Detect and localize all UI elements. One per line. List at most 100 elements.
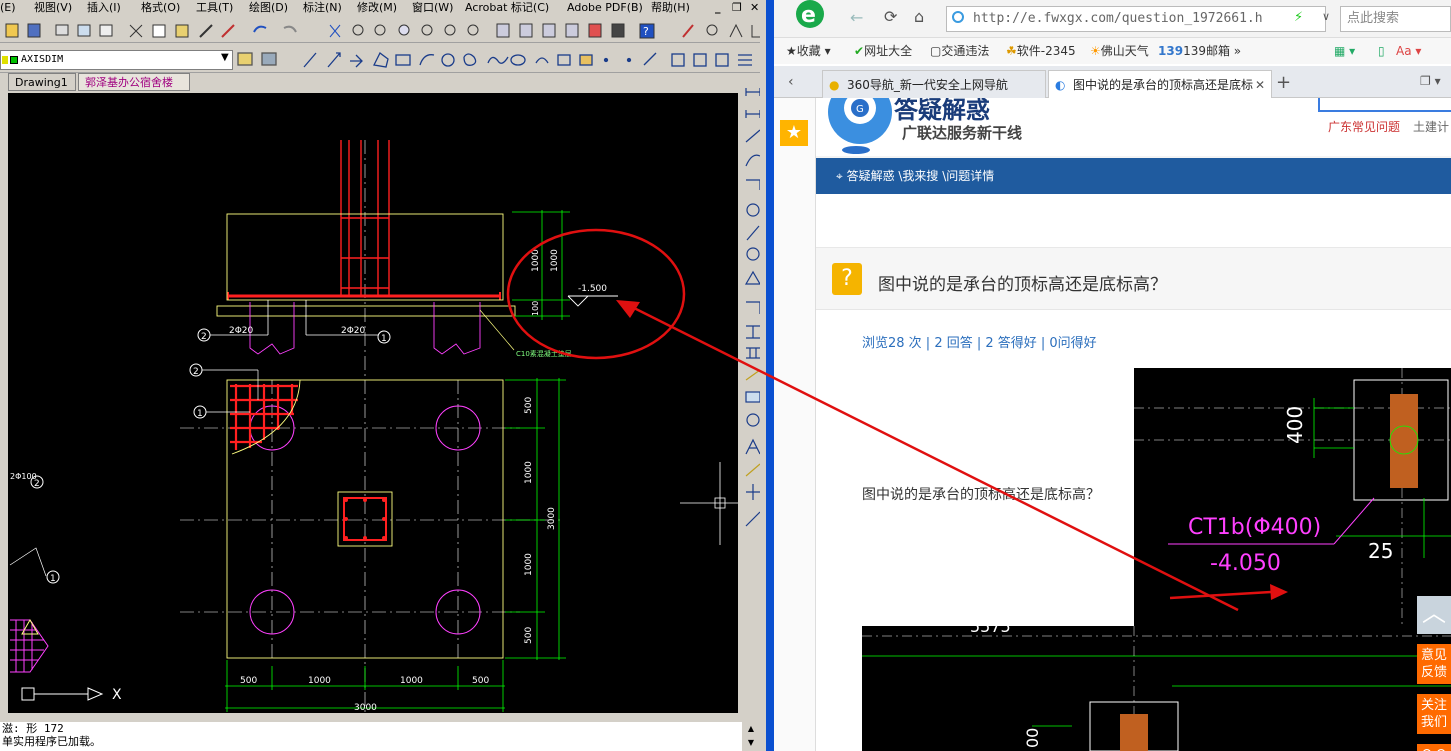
question-image-plan[interactable]: 400 CT1b(Φ400) -4.050 25 [1134,368,1451,626]
secure-icon [952,11,964,23]
menu-tools[interactable]: 工具(T) [196,0,233,16]
restore-icon[interactable]: ❐ [732,0,742,16]
follow-line-2: 我们 [1420,715,1447,730]
translate-icon[interactable]: Aa ▾ [1396,38,1421,64]
cad-window: (E) 视图(V) 插入(I) 格式(O) 工具(T) 绘图(D) 标注(N) … [0,0,766,751]
menu-format[interactable]: 格式(O) [141,0,180,16]
header-link-guangdong[interactable]: 广东常见问题 [1328,118,1400,135]
bookmark-weather-label: 佛山天气 [1100,44,1149,58]
tab-360-favicon: ● [829,78,840,92]
callout-1-plan-text: 1 [197,409,203,419]
bookmark-weather[interactable]: ☀佛山天气 [1090,38,1149,64]
chevron-down-icon[interactable]: ▼ [221,52,229,63]
scroll-down-icon[interactable]: ▼ [742,736,760,750]
header-link-civil[interactable]: 土建计 [1413,118,1449,135]
menu-window[interactable]: 窗口(W) [412,0,453,16]
dim-right-1000-b: 1000 [524,553,534,576]
cad-menubar: (E) 视图(V) 插入(I) 格式(O) 工具(T) 绘图(D) 标注(N) … [0,0,766,16]
dim-bottom-total: 3000 [354,703,377,713]
minimize-icon[interactable]: _ [715,0,721,16]
close-icon[interactable]: ✕ [750,0,759,16]
menu-insert[interactable]: 插入(I) [87,0,121,16]
new-tab-icon[interactable]: + [1276,72,1291,93]
dim-1000-a: 1000 [531,249,541,272]
command-scrollbar[interactable]: ▲ ▼ [742,722,760,751]
image-dim-400: 400 [1283,406,1307,444]
dim-bottom-1000-b: 1000 [400,676,423,686]
follow-button[interactable]: 关注 我们 [1417,694,1451,734]
tab-office-building[interactable]: 郭泽基办公宿舍楼 [78,73,190,91]
menu-edit[interactable]: (E) [0,0,16,16]
question-title: 图中说的是承台的顶标高还是底标高？ [878,275,1167,295]
tab-close-icon[interactable]: ✕ [1255,71,1265,98]
layer-select[interactable]: AXISDIM [0,50,233,70]
tab-question[interactable]: ◐ 图中说的是承台的顶标高还是底标 ✕ [1048,70,1272,98]
bookmark-favorites[interactable]: ★收藏 ▾ [786,38,831,64]
menu-acrobat[interactable]: Acrobat 标记(C) [465,0,549,16]
crosshair-cursor [680,462,738,545]
bookmark-hao[interactable]: ✔网址大全 [854,38,912,64]
command-history-line-1: 滋: 形 172 [2,722,64,735]
apps-icon[interactable]: ▦ ▾ [1334,38,1355,64]
tab-drawing1[interactable]: Drawing1 [8,73,76,91]
url-input[interactable]: http://e.fwxgx.com/question_1972661.h [946,6,1326,32]
browser-window: e ← ⟳ ⌂ http://e.fwxgx.com/question_1972… [774,0,1451,751]
callout-2-left-text: 2 [34,479,40,489]
bookmark-traffic[interactable]: ▢交通违法 [930,38,989,64]
scroll-up-icon[interactable]: ▲ [742,722,760,736]
tab-menu-icon[interactable]: ❐ ▾ [1420,74,1441,88]
standard-toolbar-icons[interactable]: ? [0,19,766,43]
feedback-button[interactable]: 意见 反馈 [1417,644,1451,684]
dim-1000-b: 1000 [550,249,560,272]
bookmark-139[interactable]: 139139邮箱 » [1158,38,1241,64]
browser-sidebar: ★ [774,98,816,751]
callout-1-top-text: 1 [381,334,387,344]
tab-scroll-left-icon[interactable]: ‹ [788,74,794,90]
svg-text:G: G [856,104,864,115]
draw-toolbar-icons[interactable] [236,47,766,73]
speed-icon[interactable]: ⚡ [1294,10,1303,25]
ie-logo-icon[interactable]: e [784,0,836,38]
reader-icon[interactable]: ▯ [1378,38,1385,64]
site-search-box[interactable] [1318,98,1451,112]
menu-view[interactable]: 视图(V) [34,0,72,16]
url-dropdown-icon[interactable]: ∨ [1322,10,1330,23]
question-stats[interactable]: 浏览28 次 | 2 回答 | 2 答得好 | 0问得好 [862,332,1097,351]
command-line[interactable]: 滋: 形 172 单实用程序已加载。 [0,722,742,751]
search-input[interactable]: 点此搜索 [1340,6,1451,32]
bookmark-2345-label: 软件-2345 [1016,44,1076,58]
menu-adobe-pdf[interactable]: Adobe PDF(B) [567,0,643,16]
dim-right-500-a: 500 [524,397,534,414]
dim-right-500-b: 500 [524,627,534,644]
rebar-label-right: 2Φ20 [341,326,366,336]
qq-consult-button[interactable]: Q Q 咨询 [1417,744,1451,751]
layer-color-icon [10,56,18,64]
bookmark-139-label: 139邮箱 [1183,44,1230,58]
back-icon[interactable]: ← [850,8,863,27]
bookmark-favorites-label: 收藏 [796,44,821,58]
image-dim-25: 25 [1368,539,1393,563]
feedback-line-2: 反馈 [1420,665,1447,680]
tab-question-title: 图中说的是承台的顶标高还是底标 [1073,78,1254,92]
menu-modify[interactable]: 修改(M) [357,0,397,16]
menu-help[interactable]: 帮助(H) [651,0,690,16]
favorites-star-icon[interactable]: ★ [780,120,808,146]
callout-1-left-text: 1 [50,574,56,584]
cad-drawing-area[interactable]: 2 1 2Φ20 2Φ20 C10素混凝土垫层 1000 1000 100 -1… [8,93,738,713]
menu-dimension[interactable]: 标注(N) [303,0,342,16]
back-to-top-icon[interactable]: ︿ [1417,596,1451,634]
dim-100: 100 [531,301,540,316]
menu-draw[interactable]: 绘图(D) [249,0,288,16]
dim-bottom-500-a: 500 [240,676,257,686]
tab-360-nav[interactable]: ● 360导航_新一代安全上网导航 [822,70,1046,98]
rebar-label-left: 2Φ20 [229,326,254,336]
home-icon[interactable]: ⌂ [914,7,924,26]
question-image-detail[interactable]: 5575 00 [862,626,1451,751]
breadcrumb[interactable]: 答疑解惑 \我来搜 \问题详情 [847,169,995,183]
column-rebar-elevation [227,140,501,300]
standard-toolbar: ? [0,19,766,43]
reload-icon[interactable]: ⟳ [884,7,897,26]
location-pin-icon: ⌖ [836,169,847,183]
bookmark-2345[interactable]: ☘软件-2345 [1006,38,1076,64]
rebar-label-left-detail: 2Φ100 [10,472,37,481]
